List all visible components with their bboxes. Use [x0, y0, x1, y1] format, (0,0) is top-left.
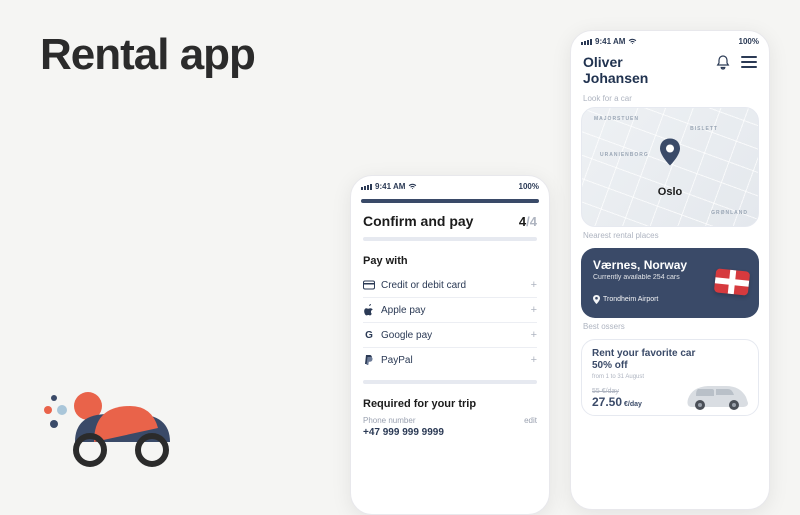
- edit-phone[interactable]: edit: [524, 416, 537, 425]
- status-time: 9:41 AM: [375, 182, 405, 191]
- pay-option-label: PayPal: [381, 355, 413, 366]
- menu-icon[interactable]: [741, 54, 757, 70]
- pay-option-card[interactable]: Credit or debit card +: [363, 273, 537, 297]
- map[interactable]: MAJORSTUEN BISLETT URANIENBORG GRØNLAND …: [581, 107, 759, 227]
- pin-icon: [593, 295, 600, 304]
- wifi-icon: [408, 183, 417, 190]
- map-district: BISLETT: [690, 126, 718, 132]
- step-indicator: 4/4: [519, 214, 537, 229]
- plus-icon: +: [531, 279, 537, 291]
- nearest-location: Trondheim Airport: [593, 295, 747, 304]
- map-district: URANIENBORG: [600, 152, 649, 158]
- offers-label: Best ossers: [571, 318, 769, 335]
- pay-option-label: Apple pay: [381, 305, 425, 316]
- map-district: GRØNLAND: [711, 210, 748, 216]
- app-logo: [40, 370, 190, 470]
- map-pin-icon: [659, 139, 681, 172]
- map-district: MAJORSTUEN: [594, 116, 639, 122]
- apple-icon: [363, 304, 375, 316]
- phone-home: 9:41 AM 100% Oliver Johansen Look for a …: [570, 30, 770, 510]
- bell-icon[interactable]: [715, 54, 731, 70]
- wifi-icon: [628, 38, 637, 45]
- offer-card[interactable]: Rent your favorite car 50% off from 1 to…: [581, 339, 759, 416]
- signal-icon: [581, 39, 592, 45]
- user-name: Oliver Johansen: [583, 54, 648, 86]
- plus-icon: +: [531, 329, 537, 341]
- car-icon: [682, 377, 752, 411]
- pay-option-label: Google pay: [381, 330, 432, 341]
- paypal-icon: [363, 354, 375, 366]
- pay-option-label: Credit or debit card: [381, 280, 466, 291]
- pay-option-paypal[interactable]: PayPal +: [363, 347, 537, 372]
- look-label: Look for a car: [571, 90, 769, 107]
- phone-checkout: 9:41 AM 100% Confirm and pay 4/4 Pay wit…: [350, 175, 550, 515]
- status-battery: 100%: [739, 37, 759, 46]
- checkout-heading: Confirm and pay: [363, 213, 473, 229]
- phone-value: +47 999 999 9999: [363, 427, 537, 438]
- paywith-heading: Pay with: [363, 255, 537, 267]
- status-bar: 9:41 AM 100%: [571, 31, 769, 48]
- plus-icon: +: [531, 304, 537, 316]
- offer-title: Rent your favorite car 50% off: [592, 348, 748, 372]
- status-bar: 9:41 AM 100%: [351, 176, 549, 193]
- pay-option-google[interactable]: G Google pay +: [363, 322, 537, 347]
- nearest-label: Nearest rental places: [571, 227, 769, 244]
- plus-icon: +: [531, 354, 537, 366]
- status-battery: 100%: [519, 182, 539, 191]
- norway-flag-icon: [714, 268, 750, 295]
- pay-option-apple[interactable]: Apple pay +: [363, 297, 537, 322]
- map-city: Oslo: [658, 186, 682, 198]
- nearest-card[interactable]: Værnes, Norway Currently available 254 c…: [581, 248, 759, 318]
- card-icon: [363, 279, 375, 291]
- phone-label: Phone number: [363, 416, 415, 425]
- status-time: 9:41 AM: [595, 37, 625, 46]
- signal-icon: [361, 184, 372, 190]
- google-icon: G: [363, 329, 375, 341]
- page-title: Rental app: [40, 30, 255, 80]
- required-heading: Required for your trip: [363, 398, 537, 410]
